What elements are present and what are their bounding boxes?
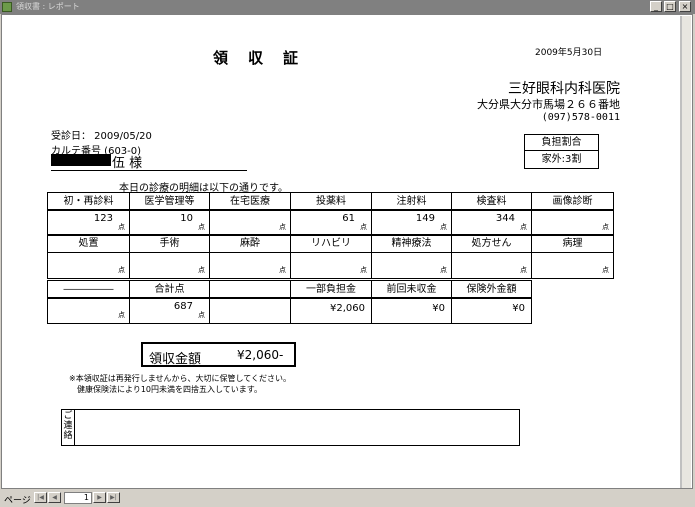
page-number-input[interactable]: 1 [64, 492, 92, 504]
last-page-button[interactable]: ▶| [107, 492, 120, 503]
issue-date: 2009年5月30日 [535, 48, 603, 58]
fee-header-2-2: 手術 [129, 234, 210, 253]
point-unit: 点 [118, 223, 125, 231]
fee-value-3-1: 点 [47, 297, 130, 324]
title-bar: 領収書 : レポート _ □ × [0, 0, 695, 14]
fee-value-3-6: ¥0 [451, 297, 532, 324]
fee-header-2-7: 病理 [531, 234, 614, 253]
patient-underline [51, 170, 247, 171]
vertical-scrollbar[interactable] [681, 16, 691, 488]
point-unit: 点 [279, 223, 286, 231]
fee-value-1-6: 344 点 [451, 209, 532, 236]
fee-value-2-3: 点 [209, 252, 291, 279]
page-label: ページ [4, 496, 31, 506]
point-unit: 点 [602, 266, 609, 274]
burden-ratio-box: 負担割合 家外:3割 [524, 134, 599, 169]
report-viewer: 領収証 2009年5月30日 三好眼科内科医院 大分県大分市馬場２６６番地 (0… [1, 14, 693, 489]
point-unit: 点 [198, 266, 205, 274]
report-page: 領収証 2009年5月30日 三好眼科内科医院 大分県大分市馬場２６６番地 (0… [9, 16, 681, 488]
point-unit: 点 [118, 311, 125, 319]
patient-name: 伍 様 [112, 156, 143, 171]
fee-value-1-5: 149 点 [371, 209, 452, 236]
point-unit: 点 [520, 266, 527, 274]
fee-amount: ¥0 [432, 303, 445, 314]
fee-value-1-7: 点 [531, 209, 614, 236]
point-unit: 点 [440, 223, 447, 231]
patient-name-redaction [51, 154, 111, 166]
fee-amount: 123 [93, 213, 113, 224]
fee-value-3-3 [209, 297, 291, 324]
fee-value-2-4: 点 [290, 252, 372, 279]
fee-header-2-4: リハビリ [290, 234, 372, 253]
close-button[interactable]: × [679, 1, 691, 12]
prev-page-button[interactable]: ◀ [48, 492, 61, 503]
burden-ratio-label: 負担割合 [525, 135, 598, 151]
visit-date: 受診日： 2009/05/20 [51, 131, 152, 142]
point-unit: 点 [118, 266, 125, 274]
fee-header-2-5: 精神療法 [371, 234, 452, 253]
report-app-icon [2, 2, 12, 12]
point-unit: 点 [440, 266, 447, 274]
point-unit: 点 [279, 266, 286, 274]
minimize-button[interactable]: _ [650, 1, 662, 12]
clinic-name: 三好眼科内科医院 [508, 81, 620, 97]
maximize-button[interactable]: □ [664, 1, 676, 12]
point-unit: 点 [520, 223, 527, 231]
fee-value-3-4: ¥2,060 [290, 297, 372, 324]
fee-value-2-5: 点 [371, 252, 452, 279]
fee-header-2-6: 処方せん [451, 234, 532, 253]
fee-value-2-7: 点 [531, 252, 614, 279]
fee-amount: ¥0 [512, 303, 525, 314]
fee-amount: 687 [173, 301, 193, 312]
status-bar: ページ |◀ ◀ 1 ▶ ▶| [0, 489, 695, 507]
point-unit: 点 [602, 223, 609, 231]
fee-amount: 149 [415, 213, 435, 224]
fee-value-2-2: 点 [129, 252, 210, 279]
fee-header-2-1: 処置 [47, 234, 130, 253]
clinic-phone: (097)578-0011 [541, 112, 620, 123]
rounding-note: 健康保険法により10円未満を四捨五入しています。 [77, 385, 262, 394]
total-amount-label: 領収金額 [149, 352, 202, 367]
clinic-address: 大分県大分市馬場２６６番地 [477, 98, 620, 111]
fee-value-3-5: ¥0 [371, 297, 452, 324]
receipt-title: 領収証 [213, 49, 319, 67]
burden-ratio-value: 家外:3割 [541, 154, 582, 165]
point-unit: 点 [198, 311, 205, 319]
fee-value-3-2: 687 点 [129, 297, 210, 324]
fee-amount: ¥2,060 [330, 303, 365, 314]
first-page-button[interactable]: |◀ [34, 492, 47, 503]
point-unit: 点 [360, 223, 367, 231]
next-page-button[interactable]: ▶ [93, 492, 106, 503]
point-unit: 点 [198, 223, 205, 231]
fee-value-2-1: 点 [47, 252, 130, 279]
contact-label: ご連絡 [62, 410, 75, 445]
fee-amount: 10 [180, 213, 193, 224]
fee-amount: 344 [495, 213, 515, 224]
fee-value-1-4: 61 点 [290, 209, 372, 236]
total-amount-box: 領収金額 ¥2,060- [141, 342, 296, 367]
fee-value-1-1: 123 点 [47, 209, 130, 236]
point-unit: 点 [360, 266, 367, 274]
fee-value-1-2: 10 点 [129, 209, 210, 236]
window-title: 領収書 : レポート [16, 2, 80, 11]
fee-value-2-6: 点 [451, 252, 532, 279]
fee-value-1-3: 点 [209, 209, 291, 236]
fee-header-2-3: 麻酔 [209, 234, 291, 253]
fee-amount: 61 [342, 213, 355, 224]
total-amount-value: ¥2,060- [237, 348, 284, 362]
reissue-note: ※本領収証は再発行しませんから、大切に保管してください。 [69, 374, 291, 383]
contact-box: ご連絡 [61, 409, 520, 446]
